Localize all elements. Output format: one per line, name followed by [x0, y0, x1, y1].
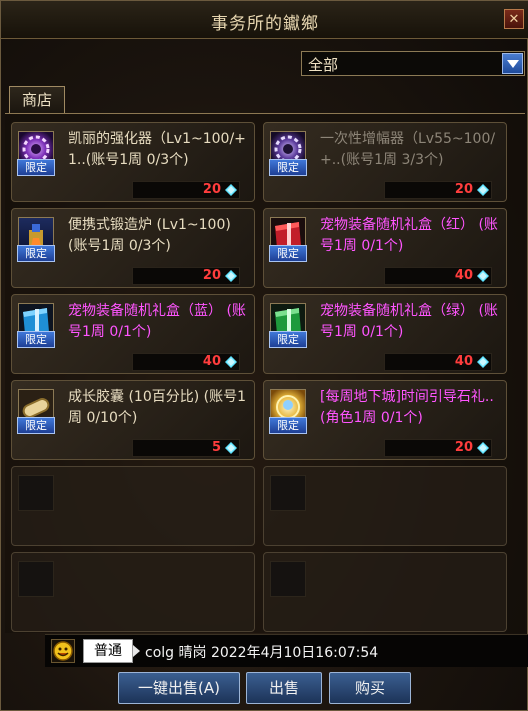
tab-shop[interactable]: 商店 [9, 86, 65, 114]
cera-gem-icon [225, 356, 237, 368]
item-grid: 限定 凯丽的强化器（Lv1~100/+1..(账号1周 0/3个) 20 限定 … [5, 113, 525, 633]
item-name: 宠物装备随机礼盒（蓝） (账号1周 0/1个) [68, 303, 246, 340]
sell-button[interactable]: 出售 [246, 672, 322, 704]
cera-gem-icon [225, 184, 237, 196]
shop-item-card[interactable]: 限定 宠物装备随机礼盒（红） (账号1周 0/1个) 40 [263, 208, 507, 288]
empty-slot-box [18, 561, 54, 597]
limited-badge: 限定 [17, 159, 55, 176]
sell-all-button[interactable]: 一键出售(A) [118, 672, 240, 704]
item-price: 5 [211, 440, 221, 455]
price-field: 5 [132, 439, 240, 457]
item-price: 40 [454, 354, 473, 369]
cera-gem-icon [477, 270, 489, 282]
limited-badge: 限定 [17, 245, 55, 262]
item-price: 40 [454, 268, 473, 283]
window-title: 事务所的钀鄉 [211, 14, 319, 34]
shop-item-card[interactable]: 限定 成长胶囊 (10百分比) (账号1周 0/10个) 5 [11, 380, 255, 460]
item-price: 20 [202, 268, 221, 283]
empty-slot-box [18, 475, 54, 511]
cera-gem-icon [477, 184, 489, 196]
item-price: 20 [202, 182, 221, 197]
price-field: 40 [384, 267, 492, 285]
item-price: 20 [454, 182, 473, 197]
item-name: 宠物装备随机礼盒（红） (账号1周 0/1个) [320, 217, 498, 254]
price-field: 20 [132, 267, 240, 285]
limited-badge: 限定 [269, 417, 307, 434]
limited-badge: 限定 [17, 417, 55, 434]
item-name: 一次性增幅器（Lv55~100/+..(账号1周 3/3个) [320, 131, 496, 168]
limited-badge: 限定 [269, 159, 307, 176]
chevron-down-icon[interactable] [502, 53, 523, 74]
price-field: 40 [132, 353, 240, 371]
price-field: 20 [384, 181, 492, 199]
buy-button[interactable]: 购买 [329, 672, 411, 704]
empty-item-slot [11, 552, 255, 632]
item-name: 凯丽的强化器（Lv1~100/+1..(账号1周 0/3个) [68, 131, 246, 168]
item-price: 40 [202, 354, 221, 369]
chat-bar: 普通 colg 晴岗 2022年4月10日16:07:54 [45, 634, 528, 667]
shop-item-card[interactable]: 限定 [每周地下城]时间引导石礼..(角色1周 0/1个) 20 [263, 380, 507, 460]
empty-item-slot [263, 466, 507, 546]
item-name: 成长胶囊 (10百分比) (账号1周 0/10个) [68, 389, 247, 426]
shop-window: 事务所的钀鄉 ✕ 全部 商店 限定 凯丽的强化器（Lv1~100/+1..(账号… [0, 0, 528, 711]
cera-gem-icon [225, 442, 237, 454]
category-filter-select[interactable]: 全部 [301, 51, 525, 76]
chat-message: colg 晴岗 2022年4月10日16:07:54 [145, 645, 379, 661]
empty-item-slot [11, 466, 255, 546]
item-name: 宠物装备随机礼盒（绿） (账号1周 0/1个) [320, 303, 498, 340]
close-button[interactable]: ✕ [504, 9, 524, 29]
emote-button[interactable] [51, 639, 75, 663]
price-field: 20 [384, 439, 492, 457]
cera-gem-icon [477, 356, 489, 368]
empty-slot-box [270, 561, 306, 597]
limited-badge: 限定 [269, 331, 307, 348]
shop-item-card[interactable]: 限定 宠物装备随机礼盒（蓝） (账号1周 0/1个) 40 [11, 294, 255, 374]
cera-gem-icon [477, 442, 489, 454]
limited-badge: 限定 [17, 331, 55, 348]
limited-badge: 限定 [269, 245, 307, 262]
empty-item-slot [263, 552, 507, 632]
item-name: 便携式锻造炉 (Lv1~100) (账号1周 0/3个) [68, 217, 236, 254]
item-name: [每周地下城]时间引导石礼..(角色1周 0/1个) [320, 389, 494, 426]
shop-item-card[interactable]: 限定 便携式锻造炉 (Lv1~100) (账号1周 0/3个) 20 [11, 208, 255, 288]
play-arrow-icon [133, 645, 140, 657]
chat-channel-button[interactable]: 普通 [83, 639, 133, 663]
shop-item-card[interactable]: 限定 宠物装备随机礼盒（绿） (账号1周 0/1个) 40 [263, 294, 507, 374]
shop-item-card[interactable]: 限定 一次性增幅器（Lv55~100/+..(账号1周 3/3个) 20 [263, 122, 507, 202]
price-field: 40 [384, 353, 492, 371]
item-price: 20 [454, 440, 473, 455]
shop-item-card[interactable]: 限定 凯丽的强化器（Lv1~100/+1..(账号1周 0/3个) 20 [11, 122, 255, 202]
empty-slot-box [270, 475, 306, 511]
cera-gem-icon [225, 270, 237, 282]
price-field: 20 [132, 181, 240, 199]
title-bar[interactable]: 事务所的钀鄉 ✕ [1, 1, 528, 39]
filter-selected-value: 全部 [308, 56, 339, 74]
smiley-icon [53, 641, 73, 661]
